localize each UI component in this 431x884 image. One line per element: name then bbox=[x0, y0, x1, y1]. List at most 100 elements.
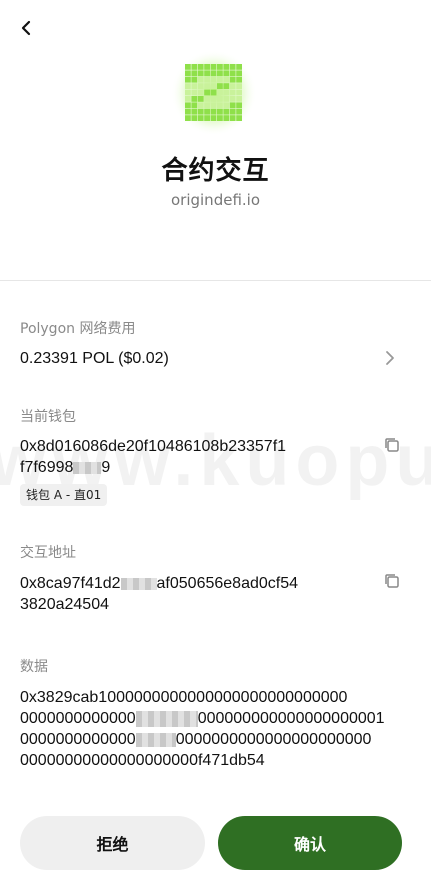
wallet-address-line2-prefix: f7f6998 bbox=[20, 459, 74, 476]
logo-pixel bbox=[210, 76, 217, 83]
logo-pixel bbox=[191, 96, 198, 102]
logo-pixel bbox=[217, 64, 223, 70]
logo-pixel bbox=[204, 96, 210, 102]
logo-pixel bbox=[217, 70, 223, 77]
fee-value: 0.23391 POL ($0.02) bbox=[20, 350, 169, 367]
logo-pixel bbox=[210, 102, 217, 109]
interaction-address-line2: 3820a24504 bbox=[20, 596, 109, 613]
logo-pixel bbox=[197, 89, 204, 96]
logo-pixel bbox=[210, 64, 217, 70]
logo-pixel bbox=[236, 89, 242, 96]
logo-pixel bbox=[210, 96, 217, 102]
data-line1: 0x3829cab1000000000000000000000000000 bbox=[20, 689, 348, 706]
data-line3: 0000000000000 0000000000000000000000 bbox=[20, 729, 412, 750]
logo-pixel bbox=[191, 64, 198, 70]
logo-pixel bbox=[229, 89, 236, 96]
logo-pixel bbox=[236, 96, 242, 102]
divider bbox=[0, 280, 431, 281]
logo-pixel bbox=[197, 76, 204, 83]
logo-pixel bbox=[197, 83, 204, 89]
copy-icon[interactable] bbox=[383, 572, 401, 590]
chevron-right-icon bbox=[386, 351, 394, 365]
logo-pixel bbox=[185, 115, 191, 121]
logo-pixel bbox=[204, 70, 210, 77]
logo-pixel bbox=[191, 83, 198, 89]
reject-button[interactable]: 拒绝 bbox=[20, 816, 205, 870]
logo-pixel bbox=[185, 89, 191, 96]
data-line2: 0000000000000 000000000000000000001 bbox=[20, 708, 412, 729]
logo-pixel bbox=[210, 108, 217, 115]
logo-pixel bbox=[229, 76, 236, 83]
data-line2-prefix: 0000000000000 bbox=[20, 710, 136, 727]
logo-pixel bbox=[197, 96, 204, 102]
interaction-address-line1: 0x8ca97f41d2 af050656e8ad0cf54 bbox=[20, 573, 380, 594]
logo-pixel bbox=[185, 96, 191, 102]
logo-pixel bbox=[223, 83, 230, 89]
logo-pixel bbox=[229, 83, 236, 89]
wallet-tag: 钱包 A - 直01 bbox=[20, 484, 108, 506]
logo-pixel bbox=[217, 89, 223, 96]
logo-pixel bbox=[185, 102, 191, 109]
logo-pixel bbox=[229, 102, 236, 109]
chevron-left-icon bbox=[21, 20, 31, 36]
fee-row[interactable]: 0.23391 POL ($0.02) bbox=[0, 344, 431, 374]
logo-pixel bbox=[229, 96, 236, 102]
logo-pixel bbox=[223, 102, 230, 109]
logo-pixel bbox=[185, 70, 191, 77]
dapp-domain: origindefi.io bbox=[170, 191, 261, 209]
logo-pixel bbox=[204, 102, 210, 109]
data-line4: 00000000000000000000f471db54 bbox=[20, 752, 265, 769]
logo-pixel bbox=[217, 108, 223, 115]
logo-pixel bbox=[197, 102, 204, 109]
page-title: 合约交互 bbox=[161, 156, 270, 186]
interaction-address: 0x8ca97f41d2 af050656e8ad0cf54 3820a24504 bbox=[20, 573, 380, 615]
logo-pixel bbox=[210, 83, 217, 89]
data-line3-suffix: 0000000000000000000000 bbox=[175, 731, 372, 748]
logo-pixel bbox=[185, 108, 191, 115]
logo-pixel bbox=[236, 83, 242, 89]
logo-pixel bbox=[223, 96, 230, 102]
logo-pixel bbox=[197, 115, 204, 121]
logo-pixel bbox=[236, 70, 242, 77]
logo-pixel bbox=[223, 115, 230, 121]
redacted-block bbox=[73, 461, 102, 474]
logo-pixel bbox=[217, 102, 223, 109]
logo-pixel bbox=[236, 102, 242, 109]
wallet-label: 当前钱包 bbox=[20, 409, 76, 425]
dapp-logo-icon bbox=[171, 50, 257, 136]
logo-pixel bbox=[185, 64, 191, 70]
logo-pixel bbox=[197, 64, 204, 70]
logo-pixel bbox=[191, 89, 198, 96]
redacted-block bbox=[135, 710, 198, 727]
interaction-address-suffix: af050656e8ad0cf54 bbox=[156, 575, 298, 592]
fee-label: Polygon 网络费用 bbox=[20, 321, 136, 337]
copy-icon[interactable] bbox=[383, 436, 401, 454]
logo-pixel bbox=[229, 70, 236, 77]
redacted-block bbox=[120, 577, 157, 590]
logo-pixel bbox=[210, 89, 217, 96]
logo-pixel bbox=[217, 83, 223, 89]
back-button[interactable] bbox=[14, 16, 38, 40]
logo-pixel bbox=[191, 108, 198, 115]
logo-pixel bbox=[204, 89, 210, 96]
logo-pixel bbox=[223, 70, 230, 77]
logo-pixel bbox=[191, 115, 198, 121]
logo-pixel bbox=[191, 70, 198, 77]
data-line3-prefix: 0000000000000 bbox=[20, 731, 136, 748]
confirm-button[interactable]: 确认 bbox=[218, 816, 402, 870]
interaction-label: 交互地址 bbox=[20, 545, 76, 561]
logo-pixel bbox=[229, 108, 236, 115]
logo-pixel bbox=[185, 83, 191, 89]
logo-pixel bbox=[229, 115, 236, 121]
wallet-address-line1: 0x8d016086de20f10486108b23357f1 bbox=[20, 438, 287, 455]
data-line2-suffix: 000000000000000000001 bbox=[197, 710, 385, 727]
logo-pixel bbox=[223, 108, 230, 115]
logo-pixel bbox=[223, 76, 230, 83]
wallet-address-line2-suffix: 9 bbox=[101, 459, 111, 476]
logo-pixel bbox=[197, 70, 204, 77]
logo-pixel bbox=[217, 115, 223, 121]
logo-pixel bbox=[191, 102, 198, 109]
interaction-address-prefix: 0x8ca97f41d2 bbox=[20, 575, 121, 592]
logo-pixel bbox=[210, 115, 217, 121]
logo-pixel bbox=[197, 108, 204, 115]
